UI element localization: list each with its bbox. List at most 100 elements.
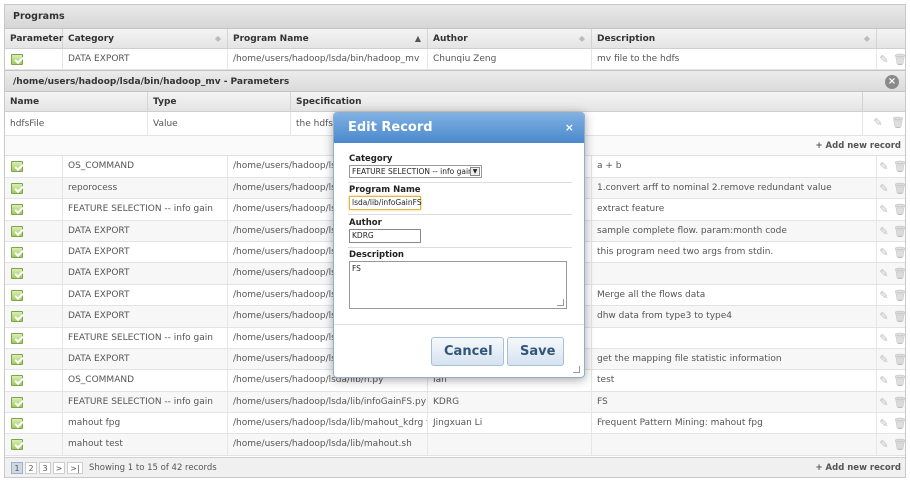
sort-icon: ◆ [863,34,870,43]
trash-icon[interactable]: 🗑 [893,413,907,434]
edit-icon[interactable]: ✎ [877,242,891,263]
param-edit-icon[interactable] [11,439,23,451]
param-edit-icon[interactable] [11,225,23,237]
param-edit-icon[interactable] [11,289,23,301]
author-label: Author [349,218,382,228]
param-col-name[interactable]: Name [5,92,148,113]
page-3-button[interactable]: 3 [39,462,51,474]
param-edit-icon[interactable] [11,268,23,280]
cell-category: DATA EXPORT [63,306,228,328]
description-textarea[interactable]: FS [349,261,567,309]
trash-icon[interactable]: 🗑 [893,199,907,220]
cell-description: Merge all the flows data [592,284,877,306]
trash-icon[interactable]: 🗑 [891,112,905,133]
page-1-button[interactable]: 1 [11,462,23,474]
dialog-resize-icon[interactable] [573,366,580,373]
edit-icon[interactable]: ✎ [877,349,891,370]
cell-description [592,434,877,456]
edit-icon[interactable]: ✎ [877,328,891,349]
trash-icon[interactable]: 🗑 [893,156,907,177]
cell-param [5,327,63,349]
param-edit-icon[interactable] [11,353,23,365]
cancel-button[interactable]: Cancel [431,337,504,366]
cell-author: Jingxuan Li [428,413,592,435]
cell-description: mv file to the hdfs [592,49,877,70]
program-name-input[interactable]: lsda/lib/infoGainFS [349,196,422,210]
edit-icon[interactable]: ✎ [877,49,891,70]
col-label: Description [597,34,656,44]
category-select[interactable]: FEATURE SELECTION -- info gain ▼ [349,165,482,178]
col-label: Parameter [10,34,64,44]
param-edit-icon[interactable] [11,332,23,344]
param-edit-icon[interactable] [11,54,23,65]
cell-category: reporocess [63,177,228,199]
param-edit-icon[interactable] [11,375,23,387]
trash-icon[interactable]: 🗑 [893,221,907,242]
edit-icon[interactable]: ✎ [877,306,891,327]
save-button[interactable]: Save [507,337,564,366]
add-new-record-link[interactable]: + Add new record [815,458,901,478]
cell-param [5,370,63,392]
edit-icon[interactable]: ✎ [877,392,891,413]
trash-icon[interactable]: 🗑 [893,434,907,455]
param-edit-icon[interactable] [11,246,23,258]
parameters-title: /home/users/hadoop/lsda/bin/hadoop_mv - … [5,70,905,93]
edit-icon[interactable]: ✎ [877,156,891,177]
cell-category: OS_COMMAND [63,156,228,178]
page-2-button[interactable]: 2 [25,462,37,474]
col-label: Author [433,34,468,44]
edit-icon[interactable]: ✎ [877,370,891,391]
cell-program: /home/users/hadoop/lsda/bin/hadoop_mv [228,49,428,70]
param-edit-icon[interactable] [11,311,23,323]
trash-icon[interactable]: 🗑 [893,242,907,263]
edit-icon[interactable]: ✎ [877,263,891,284]
cell-param [5,284,63,306]
author-input[interactable]: KDRG [349,229,421,243]
trash-icon[interactable]: 🗑 [893,285,907,306]
edit-icon[interactable]: ✎ [877,178,891,199]
trash-icon[interactable]: 🗑 [893,370,907,391]
last-page-button[interactable]: >| [67,462,83,474]
col-parameter[interactable]: Parameter [5,29,63,49]
add-new-parameter-link[interactable]: + Add new record [815,136,901,156]
edit-icon[interactable]: ✎ [877,221,891,242]
panel-title: Programs [5,5,905,29]
cell-category: DATA EXPORT [63,348,228,370]
cell-param [5,263,63,285]
trash-icon[interactable]: 🗑 [893,49,907,70]
cell-description: 1.convert arff to nominal 2.remove redun… [592,177,877,199]
param-edit-icon[interactable] [11,182,23,194]
cell-param [5,220,63,242]
param-col-type[interactable]: Type [148,92,291,113]
cell-description: sample complete flow. param:month code [592,220,877,242]
param-edit-icon[interactable] [11,204,23,216]
edit-icon[interactable]: ✎ [877,434,891,455]
description-label: Description [349,250,404,260]
sort-asc-icon: ▲ [414,34,421,43]
trash-icon[interactable]: 🗑 [893,178,907,199]
param-edit-icon[interactable] [11,161,23,173]
trash-icon[interactable]: 🗑 [893,263,907,284]
edit-icon[interactable]: ✎ [871,112,885,133]
param-col-spec[interactable]: Specification [291,92,863,113]
trash-icon[interactable]: 🗑 [893,306,907,327]
trash-icon[interactable]: 🗑 [893,328,907,349]
category-select-value: FEATURE SELECTION -- info gain [352,167,473,176]
param-edit-icon[interactable] [11,396,23,408]
trash-icon[interactable]: 🗑 [893,392,907,413]
col-program-name[interactable]: Program Name ▲ [228,29,428,49]
cell-description: get the mapping file statistic informati… [592,348,877,370]
close-icon[interactable]: × [885,75,899,90]
param-edit-icon[interactable] [11,418,23,430]
edit-icon[interactable]: ✎ [877,199,891,220]
sort-icon: ◆ [578,34,585,43]
close-icon[interactable]: × [565,113,574,143]
trash-icon[interactable]: 🗑 [893,349,907,370]
col-description[interactable]: Description ◆ [592,29,877,49]
col-category[interactable]: Category ◆ [63,29,228,49]
next-page-button[interactable]: > [53,462,65,474]
cell-description: a + b [592,156,877,178]
col-author[interactable]: Author ◆ [428,29,592,49]
edit-icon[interactable]: ✎ [877,413,891,434]
edit-icon[interactable]: ✎ [877,285,891,306]
